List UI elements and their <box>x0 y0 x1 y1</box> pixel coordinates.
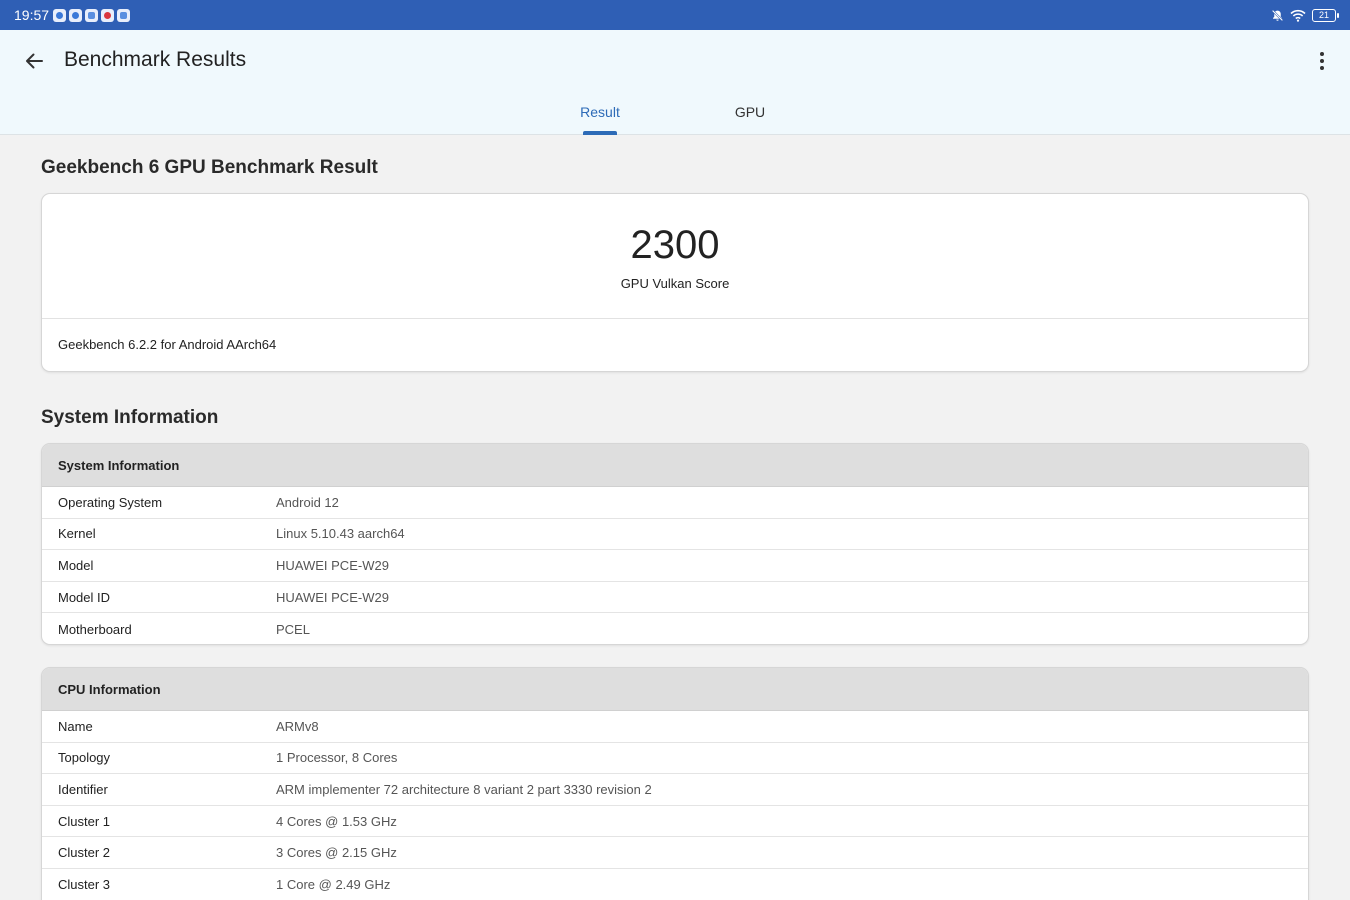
row-value: HUAWEI PCE-W29 <box>276 589 389 605</box>
row-value: Android 12 <box>276 494 339 510</box>
active-tab-indicator <box>583 131 617 135</box>
table-row: Operating System Android 12 <box>42 487 1308 519</box>
table-row: Topology 1 Processor, 8 Cores <box>42 743 1308 775</box>
battery-icon: 21 <box>1312 8 1339 22</box>
score-panel: 2300 GPU Vulkan Score <box>42 194 1308 319</box>
score-card: 2300 GPU Vulkan Score Geekbench 6.2.2 fo… <box>41 193 1309 372</box>
wifi-icon <box>1290 9 1306 22</box>
row-key: Operating System <box>58 494 163 510</box>
status-right: 21 <box>1271 8 1339 22</box>
table-row: Model ID HUAWEI PCE-W29 <box>42 582 1308 614</box>
arrow-left-icon <box>26 53 43 69</box>
row-value: Linux 5.10.43 aarch64 <box>276 526 405 542</box>
table-row: Motherboard PCEL <box>42 613 1308 644</box>
table-row: Cluster 2 3 Cores @ 2.15 GHz <box>42 837 1308 869</box>
row-key: Name <box>58 718 93 734</box>
row-value: 1 Processor, 8 Cores <box>276 750 398 766</box>
table-row: Cluster 1 4 Cores @ 1.53 GHz <box>42 806 1308 838</box>
app-bar: Benchmark Results Result GPU <box>0 30 1350 135</box>
row-key: Cluster 2 <box>58 845 111 861</box>
cpu-info-card: CPU Information Name ARMv8 Topology 1 Pr… <box>41 667 1309 900</box>
status-time: 19:57 <box>14 7 50 23</box>
status-bar: 19:57 21 <box>0 0 1350 30</box>
back-button[interactable] <box>18 46 50 76</box>
row-value: ARMv8 <box>276 718 319 734</box>
gpu-score-label: GPU Vulkan Score <box>620 276 730 291</box>
table-row: Model HUAWEI PCE-W29 <box>42 550 1308 582</box>
row-value: HUAWEI PCE-W29 <box>276 557 389 573</box>
table-row: Cluster 3 1 Core @ 2.49 GHz <box>42 869 1308 900</box>
tab-gpu[interactable]: GPU <box>720 104 780 120</box>
row-value: 3 Cores @ 2.15 GHz <box>276 845 397 861</box>
row-key: Kernel <box>58 526 96 542</box>
table-row: Name ARMv8 <box>42 711 1308 743</box>
table-row: Identifier ARM implementer 72 architectu… <box>42 774 1308 806</box>
system-info-header: System Information <box>42 444 1308 487</box>
page-title: Benchmark Results <box>64 48 247 71</box>
row-value: 4 Cores @ 1.53 GHz <box>276 813 397 829</box>
more-options-button[interactable] <box>1312 47 1332 75</box>
row-key: Cluster 3 <box>58 877 111 893</box>
row-key: Model ID <box>58 589 111 605</box>
table-row: Kernel Linux 5.10.43 aarch64 <box>42 519 1308 551</box>
row-key: Cluster 1 <box>58 813 111 829</box>
row-value: 1 Core @ 2.49 GHz <box>276 877 391 893</box>
shield-notification-icon <box>85 8 99 22</box>
system-info-card: System Information Operating System Andr… <box>41 443 1309 645</box>
row-key: Motherboard <box>58 621 132 637</box>
tab-bar: Result GPU <box>0 96 1350 135</box>
result-section-title: Geekbench 6 GPU Benchmark Result <box>41 157 378 178</box>
row-key: Identifier <box>58 781 108 797</box>
app-notification-icon <box>117 8 131 22</box>
notification-icons <box>53 8 131 22</box>
row-value: PCEL <box>276 621 310 637</box>
bell-off-icon <box>1271 9 1284 21</box>
app-notification-icon <box>69 8 83 22</box>
row-key: Topology <box>58 750 111 766</box>
row-value: ARM implementer 72 architecture 8 varian… <box>276 781 652 797</box>
cpu-info-header: CPU Information <box>42 668 1308 711</box>
app-notification-icon <box>53 8 67 22</box>
system-section-title: System Information <box>41 407 219 428</box>
row-key: Model <box>58 557 94 573</box>
pinterest-notification-icon <box>101 8 115 22</box>
more-vert-icon <box>1320 52 1324 56</box>
gpu-score: 2300 <box>630 223 720 267</box>
benchmark-version: Geekbench 6.2.2 for Android AArch64 <box>58 337 277 352</box>
tab-result[interactable]: Result <box>570 104 630 120</box>
battery-level: 21 <box>1318 10 1329 20</box>
